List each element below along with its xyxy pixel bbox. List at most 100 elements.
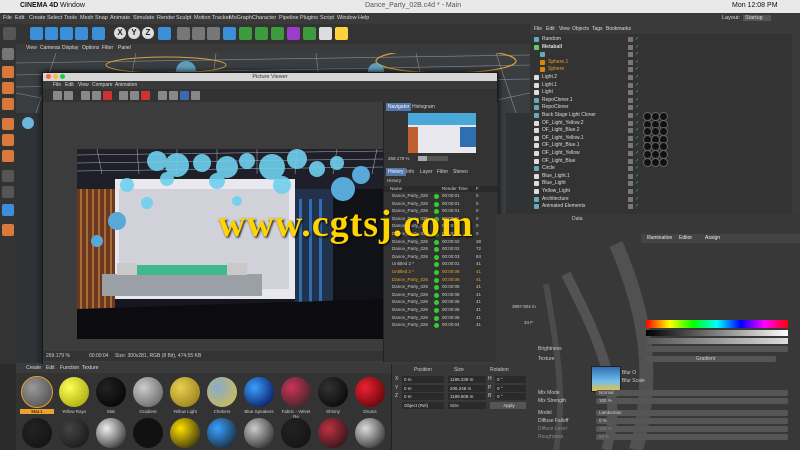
material-swatch[interactable]: [244, 377, 274, 407]
points-mode-icon[interactable]: [2, 118, 14, 130]
vp-menu-view[interactable]: View: [26, 45, 37, 51]
y-axis-toggle[interactable]: Y: [128, 27, 140, 39]
menu-render[interactable]: Render: [157, 15, 175, 21]
object-row[interactable]: RepoCloner ✓: [533, 104, 791, 112]
enable-check-icon[interactable]: ✓: [635, 89, 639, 95]
history-row[interactable]: Untitled 2 * 00:00:08 41: [386, 269, 496, 276]
ab-compare-icon[interactable]: [119, 91, 128, 100]
object-row[interactable]: Metaball ✓: [533, 44, 791, 52]
material-swatch[interactable]: [133, 377, 163, 407]
make-editable-icon[interactable]: [2, 48, 14, 60]
object-row[interactable]: OF_Light_Blue.1 ✓: [533, 142, 791, 152]
texture-mode-icon[interactable]: [2, 82, 14, 94]
material-swatch[interactable]: [355, 377, 385, 407]
coord-mode-select[interactable]: Object (Rel): [402, 402, 444, 409]
object-row[interactable]: Blue_Light ✓: [533, 180, 791, 188]
x-axis-toggle[interactable]: X: [114, 27, 126, 39]
vp-menu-panel[interactable]: Panel: [118, 45, 131, 51]
om-menu-file[interactable]: File: [534, 26, 542, 32]
object-row[interactable]: Architecture ✓: [533, 196, 791, 204]
visibility-toggle[interactable]: [628, 82, 633, 88]
coord-position-field[interactable]: 0 m: [402, 393, 444, 400]
enable-check-icon[interactable]: ✓: [635, 180, 639, 186]
floor-icon[interactable]: [303, 27, 316, 40]
enable-check-icon[interactable]: ✓: [635, 51, 639, 57]
roughness-field[interactable]: 50 %: [596, 434, 788, 440]
enable-check-icon[interactable]: ✓: [635, 150, 639, 156]
menu-pipeline[interactable]: Pipeline: [279, 15, 299, 21]
coord-size-field[interactable]: 1198.339 m: [448, 376, 486, 383]
vp-menu-cameras[interactable]: Cameras: [40, 45, 60, 51]
diffuse-level-field[interactable]: 100 %: [596, 426, 788, 432]
enable-check-icon[interactable]: ✓: [635, 142, 639, 148]
undo-icon[interactable]: [3, 27, 16, 40]
visibility-toggle[interactable]: [628, 196, 633, 202]
menu-motion-tracker[interactable]: Motion Tracker: [194, 15, 230, 21]
enable-check-icon[interactable]: ✓: [635, 74, 639, 80]
tab-histogram[interactable]: Histogram: [410, 103, 437, 111]
material-swatch[interactable]: [133, 418, 163, 448]
model-select[interactable]: Lambertian: [596, 410, 788, 416]
vp-menu-options[interactable]: Options: [82, 45, 99, 51]
app-menu[interactable]: CINEMA 4D: [20, 2, 58, 9]
enable-check-icon[interactable]: ✓: [635, 120, 639, 126]
enable-check-icon[interactable]: ✓: [635, 135, 639, 141]
edges-mode-icon[interactable]: [2, 134, 14, 146]
enable-check-icon[interactable]: ✓: [635, 173, 639, 179]
render-settings-icon[interactable]: [207, 27, 220, 40]
object-row[interactable]: Circle ✓: [533, 165, 791, 173]
object-row[interactable]: Light ✓: [533, 89, 791, 97]
vp-menu-filter[interactable]: Filter: [102, 45, 113, 51]
visibility-toggle[interactable]: [628, 52, 633, 58]
menu-plugins[interactable]: Plugins: [300, 15, 318, 21]
marker-icon[interactable]: [141, 91, 150, 100]
history-row[interactable]: Dance_Party_026 00:00:08 41: [386, 292, 496, 299]
history-row[interactable]: Dance_Party_026 00:00:01 0: [386, 193, 496, 200]
visibility-toggle[interactable]: [628, 59, 633, 65]
visibility-toggle[interactable]: [628, 44, 633, 50]
enable-check-icon[interactable]: ✓: [635, 66, 639, 72]
render-picture-viewer-icon[interactable]: [192, 27, 205, 40]
visibility-toggle[interactable]: [628, 166, 633, 172]
tweak-mode-icon[interactable]: [2, 186, 14, 198]
recent-tools-icon[interactable]: [92, 27, 105, 40]
coord-size-field[interactable]: 1199.608 m: [448, 393, 486, 400]
om-menu-bookmarks[interactable]: Bookmarks: [606, 26, 631, 32]
cloner-icon[interactable]: [271, 27, 284, 40]
diffuse-falloff-field[interactable]: 0 %: [596, 418, 788, 424]
visibility-toggle[interactable]: [628, 75, 633, 80]
om-menu-edit[interactable]: Edit: [546, 26, 555, 32]
object-row[interactable]: Random ✓: [533, 36, 791, 44]
saturation-bar[interactable]: [646, 338, 788, 344]
stop-icon[interactable]: [92, 91, 101, 100]
mat-menu-create[interactable]: Create: [26, 365, 41, 371]
menu-simulate[interactable]: Simulate: [133, 15, 154, 21]
brightness-slider[interactable]: [646, 346, 788, 352]
value-bar[interactable]: [646, 330, 788, 336]
history-row[interactable]: Dance_Party_026 00:00:08 41: [386, 315, 496, 322]
object-row[interactable]: Sphere ✓: [533, 66, 791, 74]
tab-layer[interactable]: Layer: [418, 168, 435, 176]
material-swatch[interactable]: [21, 376, 53, 408]
coord-size-mode-select[interactable]: Size: [448, 402, 486, 409]
render-icon[interactable]: [81, 91, 90, 100]
model-mode-icon[interactable]: [2, 66, 14, 78]
visibility-toggle[interactable]: [628, 97, 633, 103]
material-swatch[interactable]: [22, 418, 52, 448]
enable-check-icon[interactable]: ✓: [635, 36, 639, 42]
menu-create[interactable]: Create: [29, 15, 46, 21]
om-menu-view[interactable]: View: [559, 26, 570, 32]
object-row[interactable]: OF_Light_Yellow.1 ✓: [533, 134, 791, 144]
hue-bar[interactable]: [646, 320, 788, 328]
navigator-thumbnail[interactable]: [408, 113, 476, 153]
coord-rotation-field[interactable]: 0 °: [495, 376, 526, 383]
material-swatch[interactable]: [207, 418, 237, 448]
pv-menu-edit[interactable]: Edit: [65, 82, 74, 88]
menu-script[interactable]: Script: [320, 15, 334, 21]
close-icon[interactable]: [46, 74, 51, 79]
menu-mograph[interactable]: MoGraph: [229, 15, 252, 21]
enable-check-icon[interactable]: ✓: [635, 127, 639, 133]
history-row[interactable]: Dance_Party_026 00:00:08 41: [386, 277, 496, 284]
menu-sculpt[interactable]: Sculpt: [176, 15, 191, 21]
object-row[interactable]: OF_Light_Yellow.2 ✓: [533, 119, 791, 129]
